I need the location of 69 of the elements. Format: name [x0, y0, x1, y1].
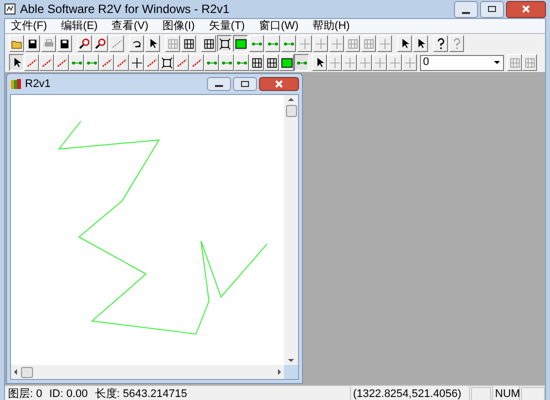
app-icon: [4, 3, 16, 15]
minimize-button[interactable]: [207, 77, 231, 91]
cross-icon: [378, 38, 390, 50]
square-icon: [234, 38, 246, 50]
close-button[interactable]: [259, 77, 299, 91]
frame-icon: [160, 56, 172, 68]
dropdown-arrow-icon: [494, 61, 500, 64]
scroll-thumb[interactable]: [21, 366, 33, 378]
vertical-scrollbar[interactable]: [284, 95, 298, 365]
cross-icon: [358, 56, 370, 68]
cross-icon: [388, 56, 400, 68]
square-icon: [280, 56, 292, 68]
layer-dropdown[interactable]: 0: [420, 54, 504, 70]
magnifier-icon: [78, 38, 90, 50]
menu-item[interactable]: 查看(V): [112, 18, 148, 34]
status-length: 长度: 5643.214715: [94, 386, 188, 400]
magnifier-icon: [94, 38, 106, 50]
line-icon: [116, 56, 128, 68]
grid-icon: [346, 38, 358, 50]
grid-icon: [166, 38, 178, 50]
status-id: ID: 0.00: [49, 386, 88, 400]
close-icon: [275, 80, 283, 88]
horizontal-scrollbar[interactable]: [11, 365, 284, 379]
cross-icon: [330, 38, 342, 50]
cross-icon: [328, 56, 340, 68]
minimize-button[interactable]: [454, 0, 478, 18]
menu-item[interactable]: 帮助(H): [312, 18, 350, 34]
line-icon: [26, 56, 38, 68]
app-icon: [10, 78, 22, 90]
grid-icon: [250, 56, 262, 68]
grid-icon: [182, 38, 194, 50]
line-icon: [110, 38, 122, 50]
grid-icon: [524, 56, 536, 68]
window-title: Able Software R2V for Windows - R2v1: [20, 1, 230, 18]
line-icon: [56, 56, 68, 68]
line-icon: [176, 56, 188, 68]
status-num: NUM: [492, 384, 520, 400]
menu-item[interactable]: 编辑(E): [61, 18, 98, 34]
toolbar-button[interactable]: [9, 54, 24, 71]
toolbar-button[interactable]: [217, 35, 232, 52]
line-icon: [146, 56, 158, 68]
maximize-button[interactable]: [480, 0, 504, 18]
close-icon: [522, 5, 530, 13]
cross-icon: [298, 38, 310, 50]
close-button[interactable]: [506, 0, 546, 18]
line-icon: [40, 56, 52, 68]
line-icon: [100, 56, 112, 68]
grid-icon: [362, 38, 374, 50]
status-coordinates: (1322.8254,521.4056): [350, 384, 470, 400]
child-window-title: R2v1: [25, 76, 51, 92]
scroll-thumb[interactable]: [286, 105, 296, 117]
grid-icon: [266, 56, 278, 68]
cross-icon: [374, 56, 386, 68]
toolbar-button[interactable]: [233, 35, 248, 52]
printer-icon: [42, 38, 54, 50]
grid-icon: [508, 56, 520, 68]
line-icon: [190, 56, 202, 68]
cross-icon: [344, 56, 356, 68]
frame-icon: [218, 38, 230, 50]
grid-icon: [202, 38, 214, 50]
status-layer: 图层: 0: [8, 386, 42, 400]
maximize-button[interactable]: [233, 77, 257, 91]
cross-icon: [314, 38, 326, 50]
cross-icon: [404, 56, 416, 68]
menu-item[interactable]: 矢量(T): [208, 18, 245, 34]
menu-item[interactable]: 文件(F): [11, 18, 48, 34]
menu-item[interactable]: 窗口(W): [258, 18, 299, 34]
cross-icon: [130, 56, 142, 68]
menu-item[interactable]: 图像(I): [162, 18, 195, 34]
